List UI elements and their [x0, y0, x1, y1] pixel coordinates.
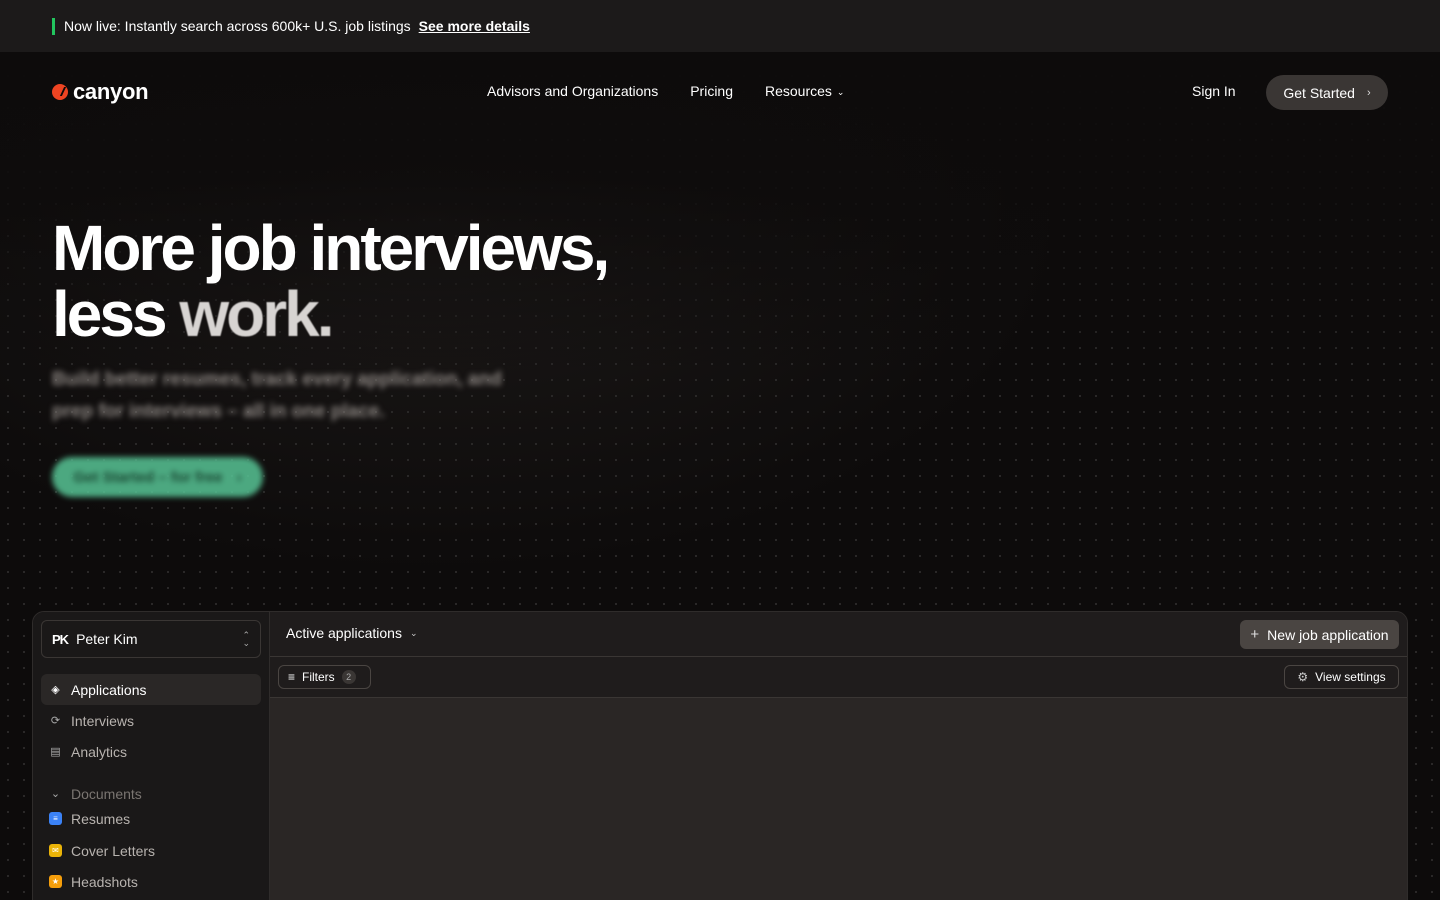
chevron-right-icon: › [1366, 86, 1371, 99]
user-name: Peter Kim [76, 631, 138, 647]
sidebar: PK Peter Kim ⌃ ⌄ ◈ Applications ⟳ Intervi… [33, 612, 270, 900]
sidebar-item-label: Cover Letters [71, 842, 156, 859]
sidebar-item-label: Headshots [71, 873, 138, 890]
hero-cta-button[interactable]: Get Started – for free › [52, 457, 263, 497]
hero-cta-label: Get Started – for free [73, 468, 223, 486]
chevron-right-icon: › [236, 468, 242, 486]
sidebar-item-label: Analytics [71, 743, 128, 760]
documents-header-label: Documents [71, 785, 142, 802]
view-settings-label: View settings [1315, 670, 1386, 684]
hero-headline: More job interviews, less work. [52, 212, 610, 347]
sidebar-item-resumes[interactable]: ≡ Resumes [41, 803, 261, 834]
chevron-down-icon: ⌄ [50, 788, 61, 800]
user-initials: PK [52, 631, 69, 647]
layers-icon: ◈ [51, 684, 60, 696]
view-settings-button[interactable]: ⚙ View settings [1284, 665, 1399, 689]
chevron-down-icon: ⌄ [836, 87, 845, 97]
get-started-label: Get Started [1283, 84, 1355, 101]
filter-icon: ≡ [288, 670, 296, 684]
view-title: Active applications [286, 625, 402, 641]
sign-in-link[interactable]: Sign In [1192, 83, 1236, 99]
get-started-button[interactable]: Get Started › [1266, 75, 1388, 110]
sidebar-item-label: Resumes [71, 810, 131, 827]
sidebar-item-interviews[interactable]: ⟳ Interviews [41, 705, 261, 736]
plus-icon: + [1250, 626, 1260, 643]
sidebar-item-label: Applications [71, 681, 147, 698]
chevron-down-icon: ⌄ [409, 627, 418, 638]
sidebar-item-headshots[interactable]: ★ Headshots [41, 866, 261, 897]
headline-work: work. [179, 278, 334, 350]
announcement-accent [52, 17, 55, 35]
headline-line1: More job interviews, [52, 212, 610, 284]
gear-icon: ⚙ [1297, 670, 1309, 684]
star-icon: ★ [49, 875, 62, 888]
filter-bar: ≡ Filters 2 ⚙ View settings [270, 657, 1407, 698]
main-toolbar: Active applications ⌄ + New job applicat… [270, 612, 1407, 657]
refresh-icon: ⟳ [50, 715, 61, 727]
logo[interactable]: canyon [52, 79, 149, 105]
nav-link-resources[interactable]: Resources ⌄ [765, 83, 844, 99]
headline-less: less [52, 278, 180, 350]
filters-count-badge: 2 [341, 670, 356, 684]
filters-label: Filters [302, 670, 335, 684]
nav-links: Advisors and Organizations Pricing Resou… [487, 83, 844, 99]
canyon-logo-icon [52, 84, 68, 100]
view-selector[interactable]: Active applications ⌄ [286, 625, 418, 641]
nav-link-advisors[interactable]: Advisors and Organizations [487, 83, 658, 99]
nav-link-resources-label: Resources [765, 83, 832, 99]
document-icon: ≡ [49, 812, 62, 825]
announcement-text: Now live: Instantly search across 600k+ … [64, 18, 411, 34]
sidebar-item-cover-letters[interactable]: ✉ Cover Letters [41, 835, 261, 866]
new-job-application-button[interactable]: + New job application [1240, 620, 1399, 649]
see-more-details-link[interactable]: See more details [419, 18, 530, 34]
top-nav: canyon Advisors and Organizations Pricin… [0, 52, 1440, 132]
headline-line2: less work. [52, 281, 607, 347]
hero-subtext: Build better resumes, track every applic… [52, 369, 502, 422]
user-switcher[interactable]: PK Peter Kim ⌃ ⌄ [41, 620, 261, 658]
nav-link-pricing[interactable]: Pricing [690, 83, 733, 99]
chart-icon: ▤ [50, 746, 61, 758]
mail-icon: ✉ [49, 844, 62, 857]
sidebar-item-label: Interviews [71, 712, 135, 729]
sidebar-item-applications[interactable]: ◈ Applications [41, 674, 261, 705]
app-preview: PK Peter Kim ⌃ ⌄ ◈ Applications ⟳ Intervi… [32, 611, 1408, 900]
logo-text: canyon [73, 79, 149, 104]
new-job-label: New job application [1267, 626, 1389, 643]
sidebar-item-analytics[interactable]: ▤ Analytics [41, 736, 261, 767]
main-panel: Active applications ⌄ + New job applicat… [270, 612, 1407, 900]
filters-button[interactable]: ≡ Filters 2 [278, 665, 371, 689]
chevron-updown-icon: ⌃ ⌄ [242, 630, 250, 648]
announcement-bar: Now live: Instantly search across 600k+ … [0, 0, 1440, 52]
